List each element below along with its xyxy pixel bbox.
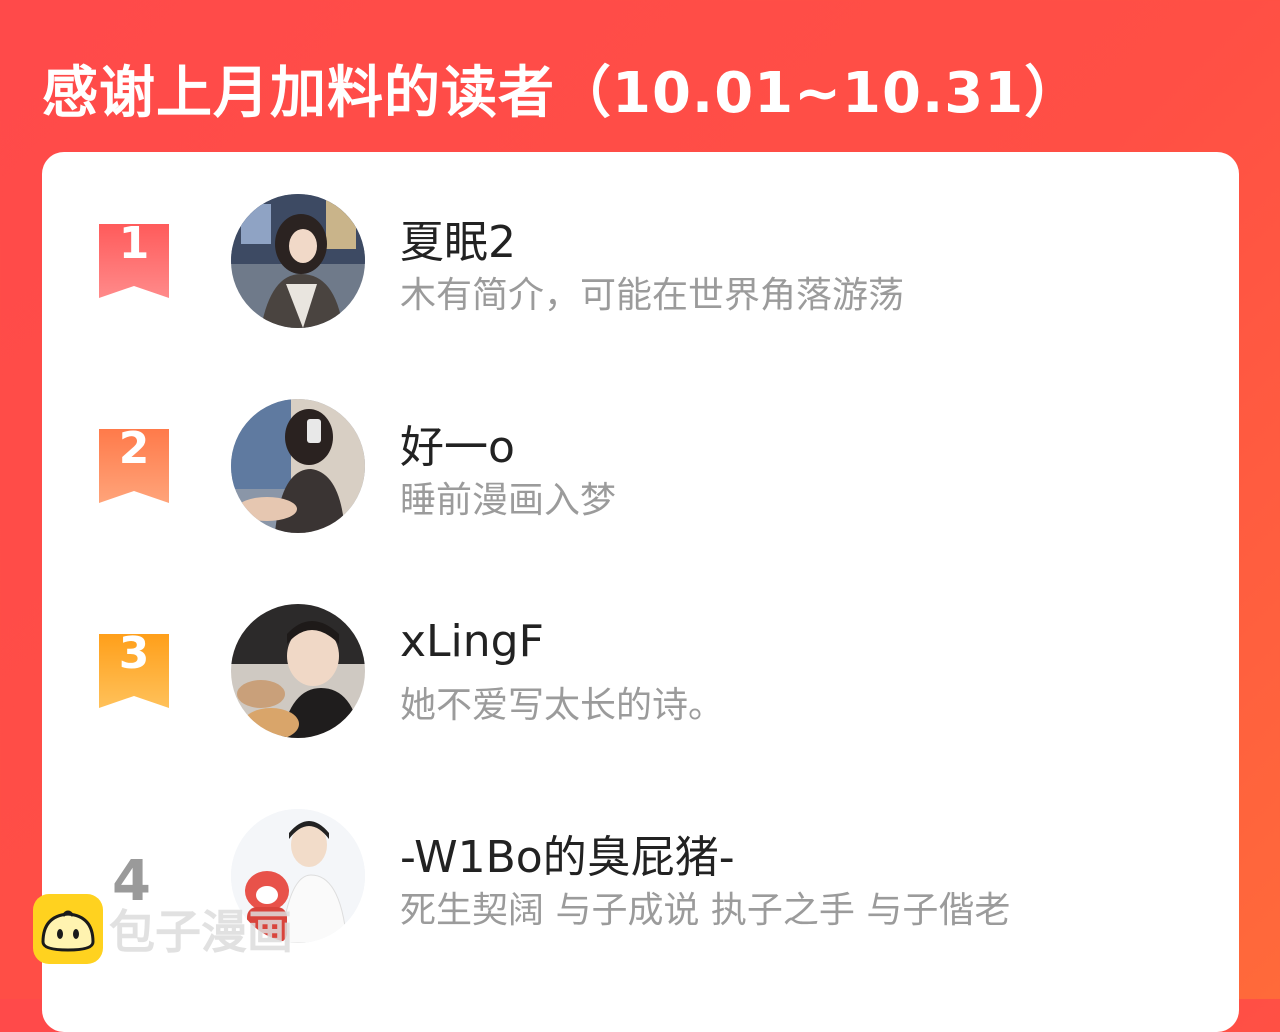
avatar[interactable] [231, 399, 365, 533]
rank-number: 1 [118, 218, 150, 269]
reader-bio: 她不爱写太长的诗。 [400, 685, 725, 726]
rank-badge-2: 2 [99, 423, 169, 503]
avatar[interactable] [231, 194, 365, 328]
reader-row-3[interactable]: 3 xLingF 她不爱写太长的诗。 [42, 604, 1239, 744]
reader-name: xLingF [400, 616, 544, 667]
watermark: 包子漫画 [33, 893, 293, 965]
avatar[interactable] [231, 604, 365, 738]
reader-name: 好一o [400, 422, 515, 473]
reader-row-1[interactable]: 1 夏眠2 木有简介，可能在世界角落游荡 [42, 194, 1239, 334]
rank-number: 3 [118, 628, 150, 679]
bun-face-icon [33, 894, 103, 964]
reader-bio: 睡前漫画入梦 [400, 480, 617, 521]
reader-name: 夏眠2 [400, 217, 516, 268]
watermark-text: 包子漫画 [109, 905, 293, 959]
reader-bio: 死生契阔 与子成说 执子之手 与子偕老 [400, 890, 1011, 931]
rank-badge-1: 1 [99, 218, 169, 298]
reader-bio: 木有简介，可能在世界角落游荡 [400, 275, 905, 316]
reader-name: -W1Bo的臭屁猪- [400, 832, 735, 883]
reader-row-2[interactable]: 2 好一o 睡前漫画入梦 [42, 399, 1239, 539]
rank-badge-3: 3 [99, 628, 169, 708]
rank-number: 2 [118, 423, 150, 474]
page-title: 感谢上月加料的读者（10.01~10.31） [42, 61, 1082, 126]
